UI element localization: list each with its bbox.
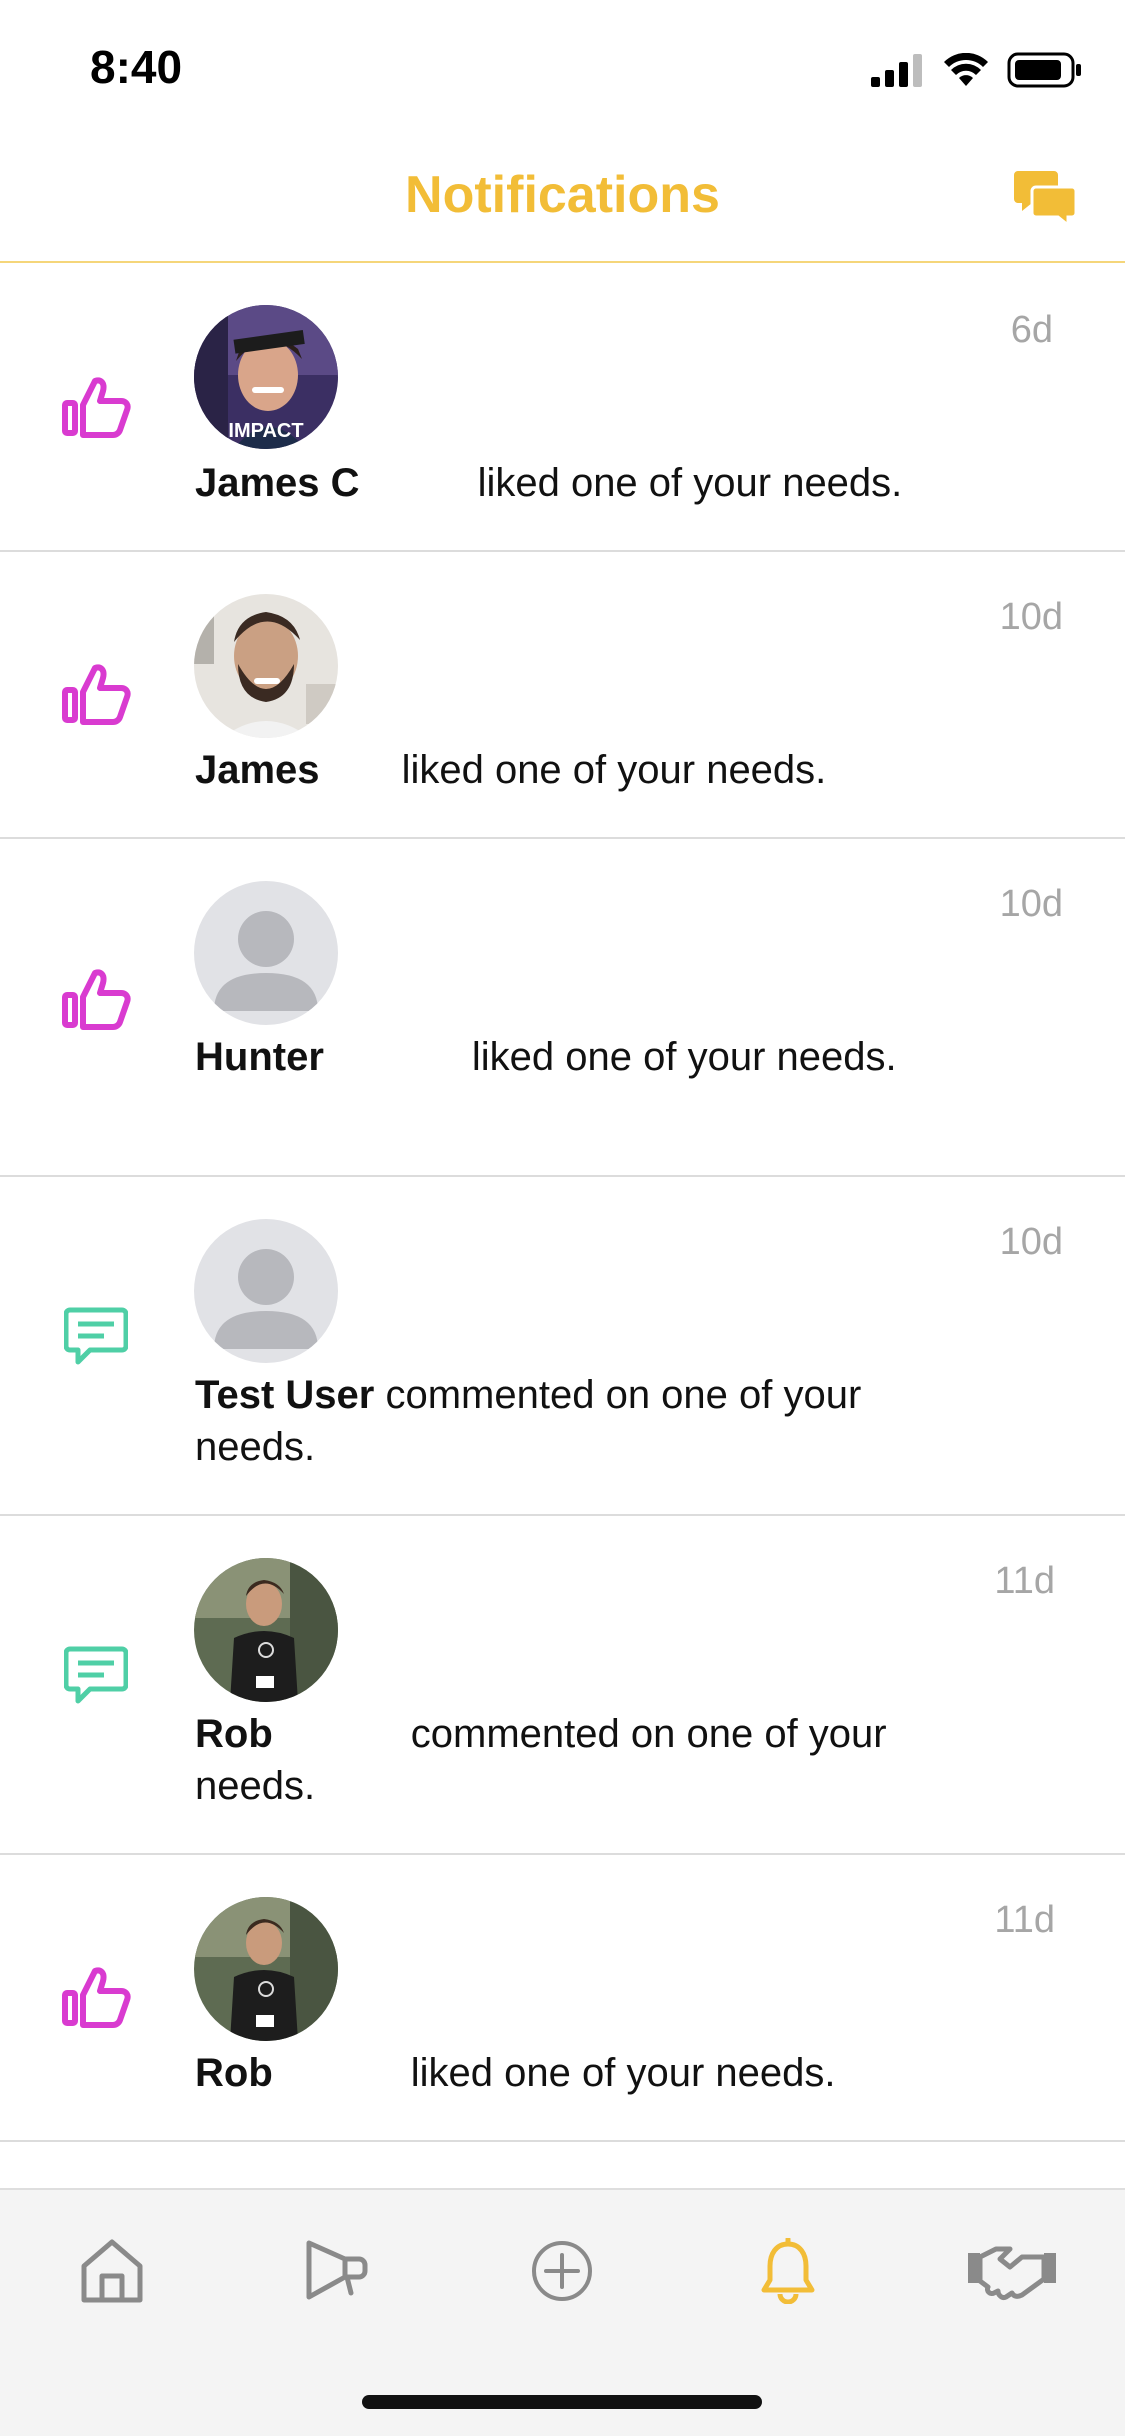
notification-row[interactable]: IMPACT 6d James C liked one of your need… xyxy=(0,263,1125,552)
redaction xyxy=(319,744,402,796)
add-circle-icon xyxy=(532,2241,592,2301)
notification-row[interactable]: 11d Rob commented on one of your needs. xyxy=(0,1516,1125,1855)
comment-icon xyxy=(58,1638,134,1714)
user-name[interactable]: Rob xyxy=(195,2051,273,2095)
notification-action: liked one of your needs. xyxy=(471,1035,897,1079)
home-indicator xyxy=(362,2395,762,2409)
notification-time: 10d xyxy=(999,596,1063,638)
avatar-badge: IMPACT xyxy=(228,420,303,442)
megaphone-icon xyxy=(306,2240,368,2300)
user-name[interactable]: James C xyxy=(195,461,360,505)
avatar[interactable] xyxy=(194,1219,338,1363)
notification-action: liked one of your needs. xyxy=(477,461,903,505)
status-icons xyxy=(871,50,1083,90)
wifi-icon xyxy=(944,53,988,86)
notification-action: liked one of your needs. xyxy=(410,2051,836,2095)
tab-bar xyxy=(0,2188,1125,2436)
notification-text: Rob liked one of your needs. xyxy=(195,2047,985,2099)
notification-text: Test User commented on one of your needs… xyxy=(195,1369,985,1473)
tab-add[interactable] xyxy=(512,2226,612,2316)
notification-row[interactable]: 10d Test User commented on one of your n… xyxy=(0,1177,1125,1516)
redaction xyxy=(272,1708,411,1760)
notifications-screen: 8:40 Notifications IMPACT 6d James C lik… xyxy=(0,0,1125,2436)
thumbs-up-icon xyxy=(58,369,134,445)
notification-text: James liked one of your needs. xyxy=(195,744,985,796)
notification-text: Rob commented on one of your needs. xyxy=(195,1708,985,1812)
notification-action: liked one of your needs. xyxy=(401,748,827,792)
signal-icon xyxy=(871,54,922,87)
avatar[interactable] xyxy=(194,881,338,1025)
notification-time: 10d xyxy=(999,883,1063,925)
home-icon xyxy=(81,2239,143,2303)
header: Notifications xyxy=(0,135,1125,263)
thumbs-up-icon xyxy=(58,656,134,732)
avatar[interactable] xyxy=(194,594,338,738)
avatar[interactable]: IMPACT xyxy=(194,305,338,449)
handshake-icon xyxy=(968,2246,1056,2300)
avatar[interactable] xyxy=(194,1897,338,2041)
user-name[interactable]: Rob xyxy=(195,1712,273,1756)
user-name[interactable]: Test User xyxy=(195,1373,374,1417)
notification-row[interactable]: 10d James liked one of your needs. xyxy=(0,552,1125,839)
tab-home[interactable] xyxy=(62,2226,162,2316)
notification-row[interactable]: 10d Hunter liked one of your needs. xyxy=(0,839,1125,1177)
user-name[interactable]: Hunter xyxy=(195,1035,324,1079)
user-name[interactable]: James xyxy=(195,748,320,792)
notification-text: James C liked one of your needs. xyxy=(195,457,985,509)
thumbs-up-icon xyxy=(58,1959,134,2035)
avatar[interactable] xyxy=(194,1558,338,1702)
tab-announcements[interactable] xyxy=(286,2226,386,2316)
comment-icon xyxy=(58,1299,134,1375)
notification-time: 10d xyxy=(999,1221,1063,1263)
battery-icon xyxy=(1007,52,1081,88)
chat-bubbles-icon xyxy=(1014,171,1076,227)
status-bar: 8:40 xyxy=(0,0,1125,135)
notification-time: 11d xyxy=(994,1899,1055,1941)
bell-icon xyxy=(761,2238,815,2304)
notification-list: IMPACT 6d James C liked one of your need… xyxy=(0,263,1125,2142)
tab-partners[interactable] xyxy=(962,2226,1062,2316)
messages-button[interactable] xyxy=(1009,161,1081,233)
tab-notifications[interactable] xyxy=(738,2226,838,2316)
status-time: 8:40 xyxy=(90,41,183,93)
redaction xyxy=(272,2047,411,2099)
notification-time: 11d xyxy=(994,1560,1055,1602)
notification-text: Hunter liked one of your needs. xyxy=(195,1031,985,1083)
redaction xyxy=(323,1031,472,1083)
thumbs-up-icon xyxy=(58,961,134,1037)
notification-time: 6d xyxy=(1010,309,1053,351)
notification-row[interactable]: 11d Rob liked one of your needs. xyxy=(0,1855,1125,2142)
page-title: Notifications xyxy=(405,166,720,224)
redaction xyxy=(359,457,478,509)
